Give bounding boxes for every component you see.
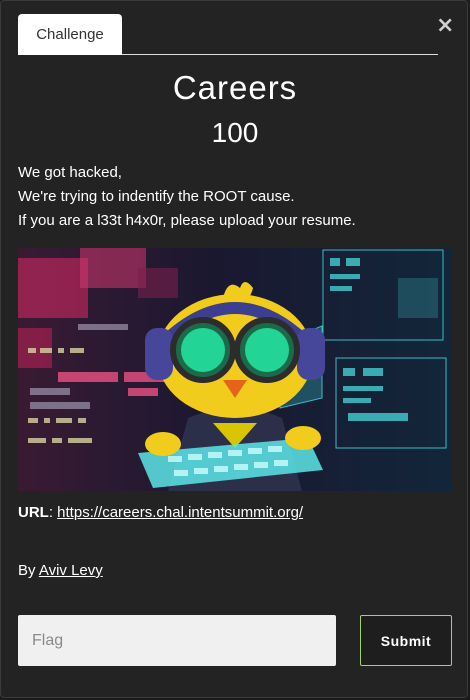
close-icon[interactable]: × xyxy=(436,15,454,37)
description-line: We're trying to indentify the ROOT cause… xyxy=(18,188,295,205)
hacker-bird-illustration xyxy=(18,248,452,491)
url-label: URL xyxy=(18,504,49,521)
submit-button[interactable]: Submit xyxy=(360,615,452,666)
author-link[interactable]: Aviv Levy xyxy=(39,562,103,579)
description-line: If you are a l33t h4x0r, please upload y… xyxy=(18,212,356,229)
tab-challenge[interactable]: Challenge xyxy=(18,14,122,55)
flag-input[interactable] xyxy=(18,615,336,666)
challenge-illustration xyxy=(18,248,452,491)
challenge-url-link[interactable]: https://careers.chal.intentsummit.org/ xyxy=(57,504,303,521)
challenge-description: We got hacked, We're trying to indentify… xyxy=(18,161,458,233)
challenge-title: Careers xyxy=(172,69,298,106)
author-prefix: By xyxy=(18,562,36,579)
author-line: By Aviv Levy xyxy=(18,562,103,579)
description-line: We got hacked, xyxy=(18,164,122,181)
url-separator: : xyxy=(48,504,58,521)
challenge-modal: × Challenge Careers 100 We got hacked, W… xyxy=(0,0,468,698)
tab-bar: Challenge xyxy=(18,14,438,55)
url-line: URL: https://careers.chal.intentsummit.o… xyxy=(18,504,303,521)
challenge-points: 100 xyxy=(211,117,259,148)
